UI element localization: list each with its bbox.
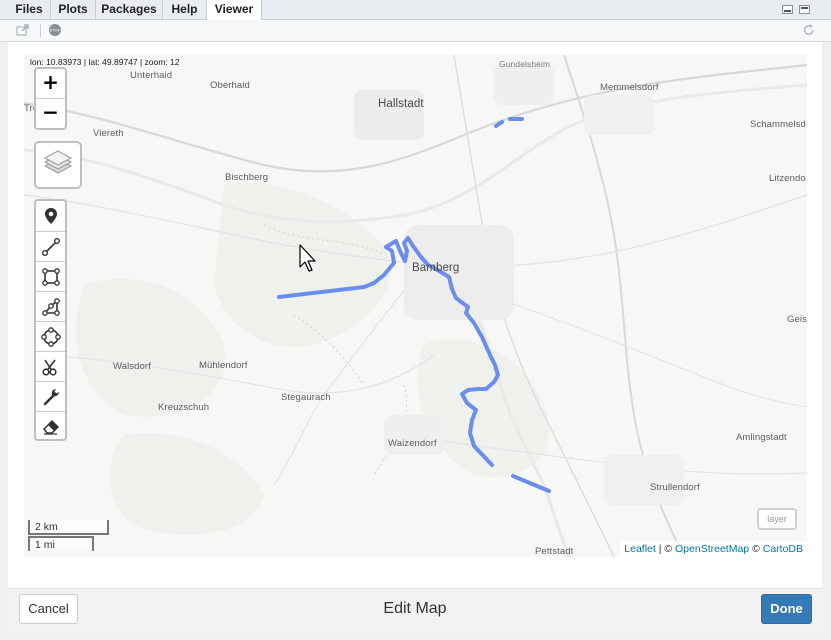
tab-files[interactable]: Files (8, 0, 51, 19)
attribution-separator: © (749, 543, 763, 555)
tab-plots[interactable]: Plots (51, 0, 96, 19)
zoom-in-button[interactable]: + (36, 69, 65, 99)
edit-layers-button[interactable] (36, 381, 65, 411)
town-area (384, 415, 444, 455)
layer-toggle[interactable]: layer (757, 508, 797, 530)
place-label: Pettstadt (535, 546, 574, 557)
erase-icon (42, 419, 59, 435)
refresh-icon[interactable] (802, 23, 816, 37)
place-label: Viereth (93, 128, 124, 139)
scale-bar-mi: 1 mi (28, 536, 94, 551)
place-label: Geis (787, 314, 807, 325)
pane-tab-bar: Files Plots Packages Help Viewer (0, 0, 831, 20)
mouse-cursor-icon (299, 244, 316, 272)
minimize-pane-icon[interactable] (782, 5, 793, 14)
place-label: Unterhaid (130, 70, 173, 81)
remove-layers-button[interactable] (36, 411, 65, 441)
polyline-icon (41, 237, 60, 256)
place-label: Kreuzschuh (158, 402, 210, 413)
draw-circlemarker-button[interactable] (36, 321, 65, 351)
drawn-route-north[interactable] (494, 117, 524, 128)
map-view[interactable]: Unterhaid Gundelsheim Oberhaid Hallstadt… (24, 55, 807, 557)
layers-button[interactable] (34, 141, 82, 189)
draw-marker-button[interactable] (36, 201, 65, 230)
zoom-out-button[interactable]: − (36, 99, 65, 128)
cut-icon (41, 359, 57, 376)
tab-packages[interactable]: Packages (96, 0, 163, 19)
place-label: Hallstadt (378, 98, 424, 110)
place-label: Stegaurach (281, 392, 331, 403)
draw-polyline-button[interactable] (36, 231, 65, 261)
map-attribution: Leaflet | © OpenStreetMap © CartoDB (620, 541, 807, 557)
osm-link[interactable]: OpenStreetMap (675, 543, 749, 555)
maximize-pane-icon[interactable] (799, 5, 810, 14)
svg-text:STOP: STOP (50, 28, 61, 33)
popout-icon[interactable] (16, 23, 30, 37)
place-label: Gundelsheim (499, 59, 551, 69)
draw-rectangle-button[interactable] (36, 261, 65, 291)
place-label: Schammelsd (750, 119, 806, 130)
town-area (604, 455, 684, 505)
place-label: Litzendo (769, 173, 806, 184)
tab-viewer[interactable]: Viewer (207, 0, 262, 20)
place-label: Bamberg (412, 262, 460, 274)
done-button[interactable]: Done (761, 594, 812, 624)
draw-toolbar (34, 199, 67, 441)
place-label: Waizendorf (388, 438, 437, 449)
forest-area (76, 278, 226, 417)
forest-area (110, 433, 264, 535)
zoom-control: + − (34, 67, 67, 130)
town-area (584, 95, 654, 135)
scale-bar-km: 2 km (28, 520, 109, 535)
tab-help[interactable]: Help (163, 0, 207, 19)
viewer-toolbar: STOP (0, 20, 831, 42)
rectangle-icon (41, 267, 60, 286)
cartodb-link[interactable]: CartoDB (763, 543, 803, 555)
attribution-separator: | © (655, 543, 676, 555)
place-label: Strullendorf (650, 482, 700, 493)
town-area (494, 65, 554, 105)
dialog-title: Edit Map (383, 600, 447, 617)
place-label: Amlingstadt (736, 432, 787, 443)
circle-marker-icon (40, 326, 61, 347)
edit-icon (43, 388, 59, 405)
place-label: Oberhaid (210, 80, 250, 91)
place-label: Mühlendorf (199, 360, 248, 371)
marker-icon (44, 207, 57, 224)
stop-icon[interactable]: STOP (48, 23, 62, 37)
place-label: Walsdorf (113, 361, 151, 372)
cut-layer-button[interactable] (36, 351, 65, 381)
polygon-icon (41, 297, 60, 316)
toolbar-separator (40, 24, 41, 37)
place-label: Bischberg (225, 172, 269, 183)
coordinate-readout: lon: 10.83973 | lat: 49.89747 | zoom: 12 (30, 57, 180, 67)
leaflet-link[interactable]: Leaflet (624, 543, 656, 555)
draw-polygon-button[interactable] (36, 291, 65, 321)
layers-icon (43, 150, 73, 174)
place-label: Memmelsdorf (600, 82, 659, 93)
dialog-footer: Cancel Edit Map Done (8, 588, 822, 633)
